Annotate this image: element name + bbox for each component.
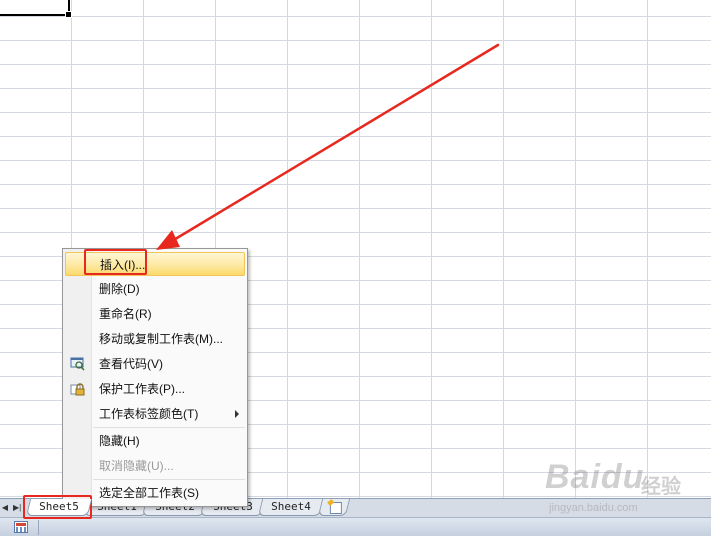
menu-item-label: 移动或复制工作表(M)... <box>99 332 223 346</box>
macro-record-icon[interactable] <box>14 521 28 533</box>
menu-item-delete[interactable]: 删除(D) <box>65 277 245 301</box>
sheet-tab-sheet5[interactable]: Sheet5 <box>25 499 92 516</box>
menu-item-rename[interactable]: 重命名(R) <box>65 302 245 326</box>
annotation-highlight-insert <box>84 249 147 275</box>
menu-item-label: 隐藏(H) <box>99 434 140 448</box>
menu-item-label: 工作表标签颜色(T) <box>99 407 199 421</box>
menu-separator <box>93 479 245 480</box>
menu-item-label: 取消隐藏(U)... <box>99 459 174 473</box>
sheet-tab-sheet4[interactable]: Sheet4 <box>257 499 324 516</box>
sheet-tab-context-menu: 插入(I)... 删除(D) 重命名(R) 移动或复制工作表(M)... 查看代… <box>62 248 248 507</box>
menu-item-move-or-copy[interactable]: 移动或复制工作表(M)... <box>65 327 245 351</box>
status-bar <box>0 517 711 536</box>
menu-item-label: 重命名(R) <box>99 307 152 321</box>
menu-item-hide[interactable]: 隐藏(H) <box>65 429 245 453</box>
status-divider <box>38 520 39 535</box>
menu-item-label: 保护工作表(P)... <box>99 382 185 396</box>
menu-item-label: 选定全部工作表(S) <box>99 486 199 500</box>
lock-icon <box>70 383 85 396</box>
menu-item-protect-sheet[interactable]: 保护工作表(P)... <box>65 377 245 401</box>
insert-worksheet-button[interactable] <box>317 498 351 516</box>
view-code-icon <box>70 357 85 371</box>
menu-separator <box>93 427 245 428</box>
menu-item-unhide: 取消隐藏(U)... <box>65 454 245 478</box>
menu-item-tab-color[interactable]: 工作表标签颜色(T) <box>65 402 245 426</box>
menu-item-view-code[interactable]: 查看代码(V) <box>65 352 245 376</box>
submenu-arrow-icon <box>235 410 239 418</box>
scroll-prev-sheet-icon[interactable]: ◀ <box>1 501 9 515</box>
menu-item-label: 删除(D) <box>99 282 140 296</box>
active-cell-selection[interactable] <box>0 0 72 18</box>
menu-item-label: 查看代码(V) <box>99 357 163 371</box>
fill-handle[interactable] <box>65 11 72 18</box>
menu-item-select-all-sheets[interactable]: 选定全部工作表(S) <box>65 481 245 505</box>
scroll-last-sheet-icon[interactable]: ▶| <box>13 501 21 515</box>
